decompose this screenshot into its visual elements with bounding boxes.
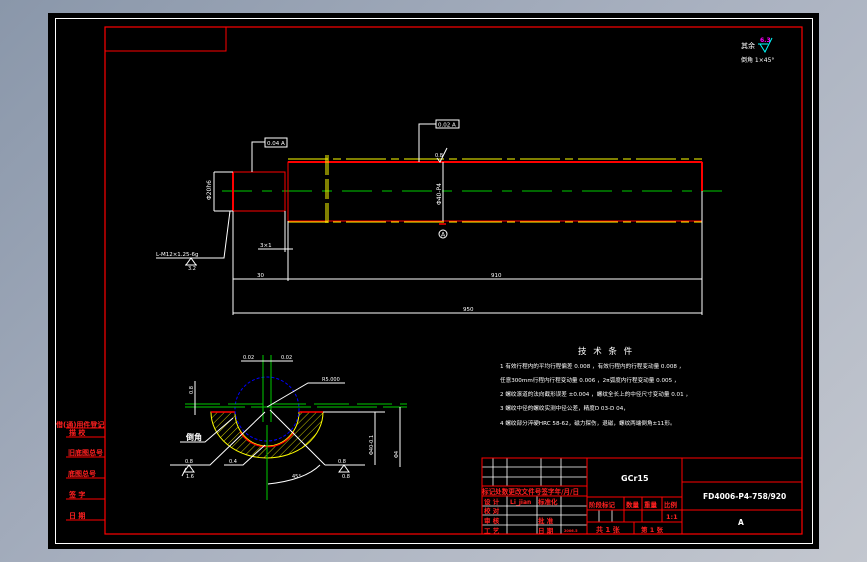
rough-mid: 0.4 bbox=[229, 459, 237, 465]
dim-right: Φ40-0.1 bbox=[369, 435, 375, 455]
check-label: 校 对 bbox=[484, 506, 500, 515]
code-box bbox=[104, 26, 227, 52]
material: GCr15 bbox=[621, 474, 649, 483]
tol-right: 0.02 bbox=[281, 355, 292, 361]
dia-left-label: Φ20h6 bbox=[206, 180, 213, 200]
strip-label: 日 期 bbox=[69, 511, 85, 520]
dim-950: 950 bbox=[463, 307, 474, 313]
scale-value: 1:1 bbox=[666, 513, 678, 521]
strip-label: 借(通)用件登记 bbox=[55, 420, 104, 429]
left-register-strip: 借(通)用件登记 描 校 旧底图总号 底图总号 签 字 日 期 bbox=[55, 420, 105, 521]
radius-label: R5.000 bbox=[322, 377, 340, 383]
sheet-number: 第 1 张 bbox=[641, 525, 664, 534]
tech-line: 2 螺纹滚道的法向截形误差 ±0.004 ，螺纹全长上的中径尺寸变动量 0.01… bbox=[500, 390, 691, 398]
thread-note: L-M12×1.25-6g bbox=[156, 252, 199, 258]
dim-far: Φ4 bbox=[394, 451, 400, 458]
left-vertical-dim: 0.8 bbox=[189, 386, 195, 394]
strip-label: 描 校 bbox=[69, 428, 86, 437]
technical-requirements: 技 术 条 件 1 有效行程内的平均行程偏差 0.008 ，有效行程内的行程变动… bbox=[500, 346, 691, 427]
tech-line: 3 螺纹中径的螺纹实测中径公差，精度D 03-D 04， bbox=[500, 404, 629, 412]
tech-line: 任意300mm行程内行程变动量 0.006 ，2π弧度内行程变动量 0.005 … bbox=[500, 376, 680, 384]
standard-label: 标准化 bbox=[537, 497, 558, 506]
strip-label: 底图总号 bbox=[68, 469, 96, 478]
date-label: 日 期 bbox=[538, 526, 554, 535]
gdt-right: 0.02 A bbox=[438, 123, 456, 129]
gdt-left: 0.04 A bbox=[267, 141, 285, 147]
tech-title: 技 术 条 件 bbox=[578, 346, 634, 357]
section-view: 0.02 0.02 R5.000 0.8 倒角 0.8 1.6 0.4 0.8 … bbox=[170, 355, 407, 500]
roughness-label: 其余 bbox=[741, 41, 755, 50]
chamfer-note: 倒角 1×45° bbox=[741, 56, 774, 64]
angle-label: 45° bbox=[292, 474, 301, 480]
outer-border bbox=[55, 18, 813, 544]
rough-left: 0.8 bbox=[185, 459, 193, 465]
strip-label: 旧底图总号 bbox=[68, 448, 103, 457]
stage-label: 阶段标记 bbox=[589, 500, 616, 509]
scale-label: 比例 bbox=[664, 500, 678, 509]
revision-header: 标记处数更改文件号签字年/月/日 bbox=[481, 487, 579, 496]
approve-label: 批 准 bbox=[538, 516, 554, 525]
dia-main-label: Φ40-P4 bbox=[436, 183, 443, 205]
thread-roughness: 3.2 bbox=[188, 266, 196, 272]
cad-drawing-canvas[interactable]: 其余 6.3 倒角 1×45° Φ20h6 0.04 A 0.02 A 0.8 … bbox=[48, 13, 819, 549]
strip-label: 签 字 bbox=[68, 490, 85, 499]
tech-line: 1 有效行程内的平均行程偏差 0.008 ，有效行程内的行程变动量 0.008 … bbox=[500, 362, 684, 370]
sheet-count: 共 1 张 bbox=[596, 525, 621, 534]
qty-label: 数量 bbox=[626, 500, 640, 509]
dim-30: 30 bbox=[257, 273, 264, 279]
designer-name: Li_jian bbox=[510, 499, 531, 506]
title-block: GCr15 FD4006-P4-758/920 A 标记处数更改文件号签字年/月… bbox=[481, 457, 803, 535]
rough-right-sym: 0.8 bbox=[342, 474, 350, 480]
tech-line: 4 螺纹部分淬硬HRC 58-62，磁力探伤，退磁，螺纹两端倒角±11形。 bbox=[500, 419, 676, 427]
date-value: 2006.5 bbox=[564, 529, 578, 533]
process-label: 工 艺 bbox=[484, 526, 500, 535]
undercut-label: 3×1 bbox=[260, 243, 272, 249]
drawing-code: A bbox=[738, 518, 744, 527]
rough-left-sym: 1.6 bbox=[186, 474, 194, 480]
review-label: 审 核 bbox=[484, 516, 500, 525]
drawing-number: FD4006-P4-758/920 bbox=[703, 492, 786, 501]
general-roughness: 其余 6.3 倒角 1×45° bbox=[741, 37, 774, 64]
dim-910: 910 bbox=[491, 273, 502, 279]
rough-right: 0.8 bbox=[338, 459, 346, 465]
chamfer-label: 倒角 bbox=[185, 432, 202, 442]
tol-left: 0.02 bbox=[243, 355, 254, 361]
weight-label: 重量 bbox=[644, 500, 658, 509]
drawing: 其余 6.3 倒角 1×45° Φ20h6 0.04 A 0.02 A 0.8 … bbox=[55, 18, 813, 544]
shaft-main-view: Φ20h6 0.04 A 0.02 A 0.8 Φ40-P4 A L-M12×1… bbox=[156, 119, 722, 315]
design-label: 设 计 bbox=[484, 497, 500, 506]
